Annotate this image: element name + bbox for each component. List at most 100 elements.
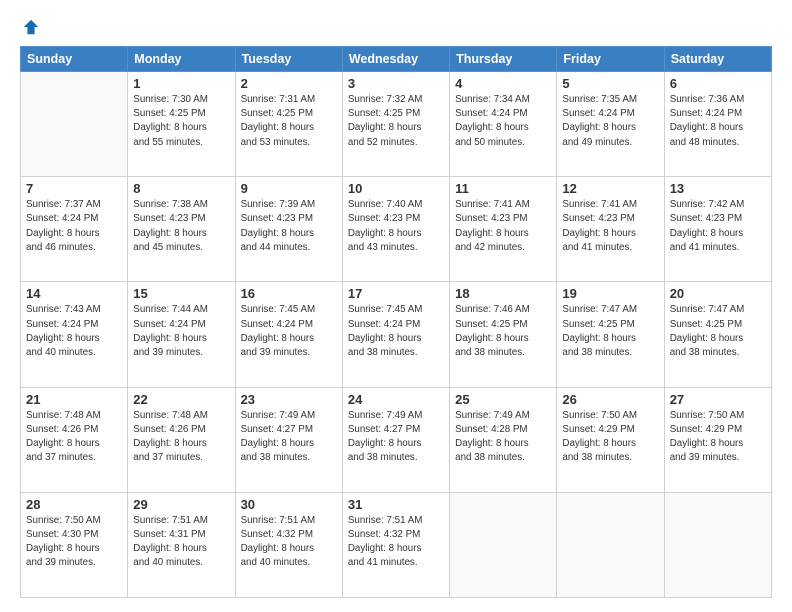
- day-info: Sunrise: 7:51 AMSunset: 4:32 PMDaylight:…: [348, 514, 444, 571]
- day-info: Sunrise: 7:50 AMSunset: 4:29 PMDaylight:…: [562, 409, 658, 466]
- day-info: Sunrise: 7:41 AMSunset: 4:23 PMDaylight:…: [562, 198, 658, 255]
- day-number: 6: [670, 76, 766, 91]
- calendar-cell: 3Sunrise: 7:32 AMSunset: 4:25 PMDaylight…: [342, 72, 449, 177]
- weekday-header-saturday: Saturday: [664, 47, 771, 72]
- day-info: Sunrise: 7:48 AMSunset: 4:26 PMDaylight:…: [133, 409, 229, 466]
- calendar-week-3: 14Sunrise: 7:43 AMSunset: 4:24 PMDayligh…: [21, 282, 772, 387]
- day-number: 18: [455, 286, 551, 301]
- day-number: 26: [562, 392, 658, 407]
- calendar-cell: 17 Sunrise: 7:45 AMSunset: 4:24 PMDayligh…: [342, 282, 449, 387]
- day-info: Sunrise: 7:43 AMSunset: 4:24 PMDaylight:…: [26, 303, 122, 360]
- calendar-cell: 1 Sunrise: 7:30 AMSunset: 4:25 PMDaylight…: [128, 72, 235, 177]
- day-number: 17: [348, 286, 444, 301]
- day-number: 3: [348, 76, 444, 91]
- day-info: Sunrise: 7:37 AMSunset: 4:24 PMDaylight:…: [26, 198, 122, 255]
- day-number: 4: [455, 76, 551, 91]
- calendar-cell: 23 Sunrise: 7:49 AMSunset: 4:27 PMDayligh…: [235, 387, 342, 492]
- day-info: Sunrise: 7:45 AMSunset: 4:24 PMDaylight:…: [241, 303, 337, 360]
- calendar-cell: 25 Sunrise: 7:49 AMSunset: 4:28 PMDayligh…: [450, 387, 557, 492]
- day-number: 2: [241, 76, 337, 91]
- day-info: Sunrise: 7:46 AMSunset: 4:25 PMDaylight:…: [455, 303, 551, 360]
- day-info: Sunrise: 7:39 AMSunset: 4:23 PMDaylight:…: [241, 198, 337, 255]
- calendar-cell: 30 Sunrise: 7:51 AMSunset: 4:32 PMDayligh…: [235, 492, 342, 597]
- page: SundayMondayTuesdayWednesdayThursdayFrid…: [0, 0, 792, 612]
- calendar-cell: 5 Sunrise: 7:35 AMSunset: 4:24 PMDaylight…: [557, 72, 664, 177]
- day-info: Sunrise: 7:30 AMSunset: 4:25 PMDaylight:…: [133, 93, 229, 150]
- day-number: 8: [133, 181, 229, 196]
- day-info: Sunrise: 7:48 AMSunset: 4:26 PMDaylight:…: [26, 409, 122, 466]
- day-number: 15: [133, 286, 229, 301]
- day-number: 22: [133, 392, 229, 407]
- calendar-week-2: 7 Sunrise: 7:37 AMSunset: 4:24 PMDaylight…: [21, 177, 772, 282]
- day-info: Sunrise: 7:34 AMSunset: 4:24 PMDaylight:…: [455, 93, 551, 150]
- day-number: 27: [670, 392, 766, 407]
- calendar-table: SundayMondayTuesdayWednesdayThursdayFrid…: [20, 46, 772, 598]
- day-info: Sunrise: 7:49 AMSunset: 4:27 PMDaylight:…: [241, 409, 337, 466]
- calendar-cell: [21, 72, 128, 177]
- logo-icon: [22, 18, 40, 36]
- day-number: 21: [26, 392, 122, 407]
- calendar-cell: [450, 492, 557, 597]
- calendar-cell: 9 Sunrise: 7:39 AMSunset: 4:23 PMDaylight…: [235, 177, 342, 282]
- day-info: Sunrise: 7:49 AMSunset: 4:28 PMDaylight:…: [455, 409, 551, 466]
- day-info: Sunrise: 7:51 AMSunset: 4:32 PMDaylight:…: [241, 514, 337, 571]
- day-number: 19: [562, 286, 658, 301]
- day-number: 13: [670, 181, 766, 196]
- weekday-header-tuesday: Tuesday: [235, 47, 342, 72]
- day-number: 30: [241, 497, 337, 512]
- day-number: 12: [562, 181, 658, 196]
- day-info: Sunrise: 7:51 AMSunset: 4:31 PMDaylight:…: [133, 514, 229, 571]
- weekday-header-row: SundayMondayTuesdayWednesdayThursdayFrid…: [21, 47, 772, 72]
- weekday-header-sunday: Sunday: [21, 47, 128, 72]
- weekday-header-wednesday: Wednesday: [342, 47, 449, 72]
- day-info: Sunrise: 7:44 AMSunset: 4:24 PMDaylight:…: [133, 303, 229, 360]
- header: [20, 18, 772, 36]
- day-number: 7: [26, 181, 122, 196]
- day-info: Sunrise: 7:40 AMSunset: 4:23 PMDaylight:…: [348, 198, 444, 255]
- calendar-cell: 19 Sunrise: 7:47 AMSunset: 4:25 PMDayligh…: [557, 282, 664, 387]
- calendar-cell: 29 Sunrise: 7:51 AMSunset: 4:31 PMDayligh…: [128, 492, 235, 597]
- day-info: Sunrise: 7:35 AMSunset: 4:24 PMDaylight:…: [562, 93, 658, 150]
- day-number: 31: [348, 497, 444, 512]
- calendar-cell: [557, 492, 664, 597]
- day-number: 28: [26, 497, 122, 512]
- day-info: Sunrise: 7:47 AMSunset: 4:25 PMDaylight:…: [562, 303, 658, 360]
- calendar-cell: 6 Sunrise: 7:36 AMSunset: 4:24 PMDaylight…: [664, 72, 771, 177]
- day-info: Sunrise: 7:42 AMSunset: 4:23 PMDaylight:…: [670, 198, 766, 255]
- calendar-week-1: 1 Sunrise: 7:30 AMSunset: 4:25 PMDaylight…: [21, 72, 772, 177]
- day-number: 23: [241, 392, 337, 407]
- calendar-cell: 27 Sunrise: 7:50 AMSunset: 4:29 PMDayligh…: [664, 387, 771, 492]
- day-info: Sunrise: 7:31 AMSunset: 4:25 PMDaylight:…: [241, 93, 337, 150]
- day-info: Sunrise: 7:36 AMSunset: 4:24 PMDaylight:…: [670, 93, 766, 150]
- day-number: 5: [562, 76, 658, 91]
- day-info: Sunrise: 7:45 AMSunset: 4:24 PMDaylight:…: [348, 303, 444, 360]
- day-number: 1: [133, 76, 229, 91]
- day-number: 25: [455, 392, 551, 407]
- calendar-cell: 21 Sunrise: 7:48 AMSunset: 4:26 PMDayligh…: [21, 387, 128, 492]
- day-number: 9: [241, 181, 337, 196]
- calendar-cell: 28Sunrise: 7:50 AMSunset: 4:30 PMDayligh…: [21, 492, 128, 597]
- calendar-cell: 22 Sunrise: 7:48 AMSunset: 4:26 PMDayligh…: [128, 387, 235, 492]
- day-info: Sunrise: 7:50 AMSunset: 4:29 PMDaylight:…: [670, 409, 766, 466]
- calendar-cell: 31 Sunrise: 7:51 AMSunset: 4:32 PMDayligh…: [342, 492, 449, 597]
- calendar-week-4: 21 Sunrise: 7:48 AMSunset: 4:26 PMDayligh…: [21, 387, 772, 492]
- calendar-cell: 10 Sunrise: 7:40 AMSunset: 4:23 PMDayligh…: [342, 177, 449, 282]
- calendar-cell: 26 Sunrise: 7:50 AMSunset: 4:29 PMDayligh…: [557, 387, 664, 492]
- calendar-cell: 15 Sunrise: 7:44 AMSunset: 4:24 PMDayligh…: [128, 282, 235, 387]
- calendar-cell: 16Sunrise: 7:45 AMSunset: 4:24 PMDayligh…: [235, 282, 342, 387]
- weekday-header-thursday: Thursday: [450, 47, 557, 72]
- day-info: Sunrise: 7:47 AMSunset: 4:25 PMDaylight:…: [670, 303, 766, 360]
- calendar-cell: 24 Sunrise: 7:49 AMSunset: 4:27 PMDayligh…: [342, 387, 449, 492]
- day-number: 29: [133, 497, 229, 512]
- day-info: Sunrise: 7:49 AMSunset: 4:27 PMDaylight:…: [348, 409, 444, 466]
- day-number: 10: [348, 181, 444, 196]
- weekday-header-monday: Monday: [128, 47, 235, 72]
- day-info: Sunrise: 7:41 AMSunset: 4:23 PMDaylight:…: [455, 198, 551, 255]
- calendar-cell: [664, 492, 771, 597]
- day-number: 11: [455, 181, 551, 196]
- calendar-cell: 20Sunrise: 7:47 AMSunset: 4:25 PMDayligh…: [664, 282, 771, 387]
- calendar-cell: 18 Sunrise: 7:46 AMSunset: 4:25 PMDayligh…: [450, 282, 557, 387]
- calendar-cell: 4 Sunrise: 7:34 AMSunset: 4:24 PMDaylight…: [450, 72, 557, 177]
- calendar-cell: 14Sunrise: 7:43 AMSunset: 4:24 PMDayligh…: [21, 282, 128, 387]
- day-number: 24: [348, 392, 444, 407]
